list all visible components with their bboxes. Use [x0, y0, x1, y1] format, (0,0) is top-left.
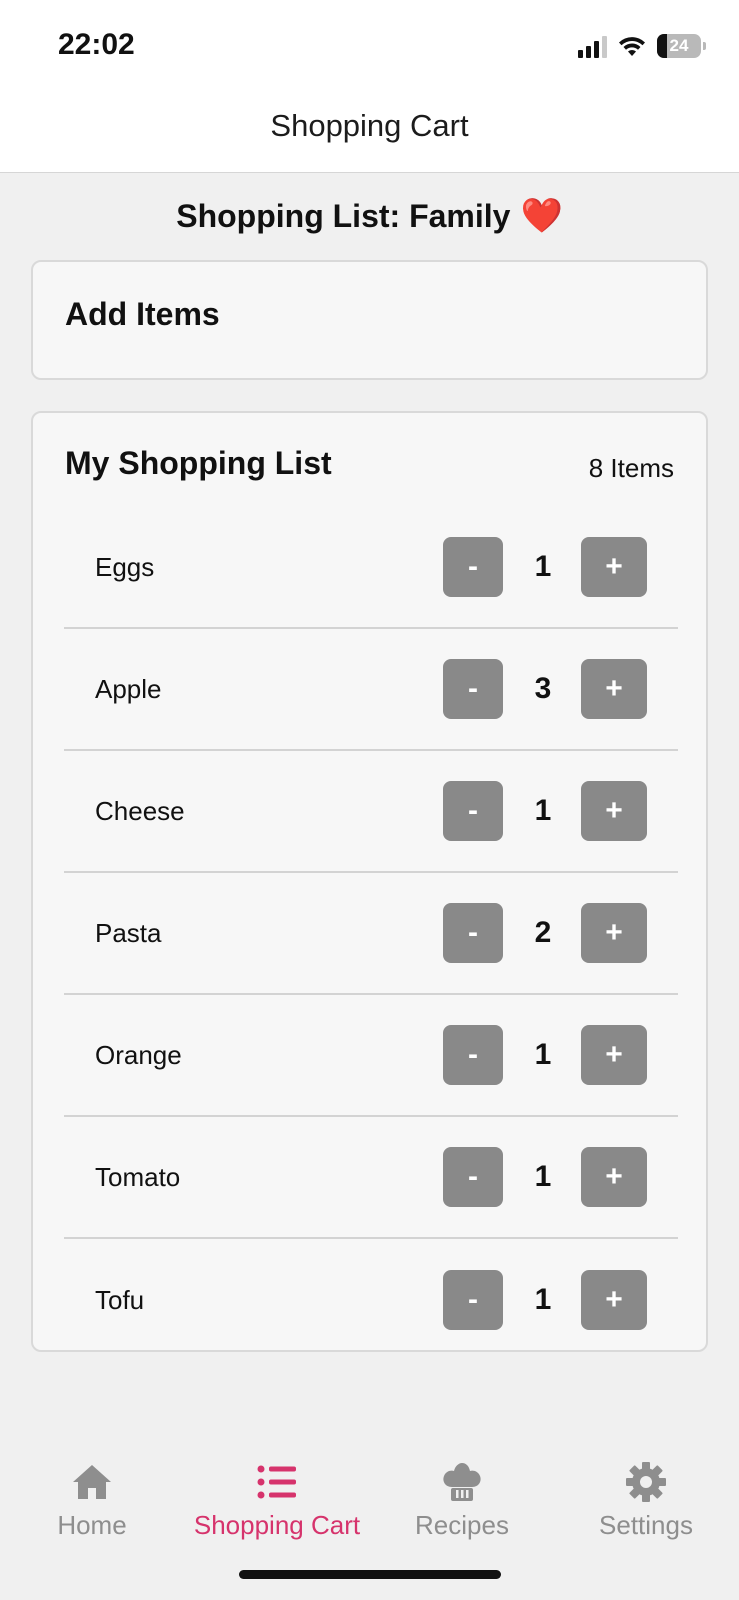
list-item: Pasta - 2 +: [64, 873, 678, 995]
heart-icon: ❤️: [520, 197, 563, 235]
shopping-list-card: My Shopping List 8 Items Eggs - 1 + Appl…: [31, 411, 708, 1352]
increment-button[interactable]: +: [581, 659, 647, 719]
item-quantity: 1: [534, 550, 552, 583]
tab-shopping-cart-label: Shopping Cart: [193, 1510, 361, 1540]
nav-header: Shopping Cart: [0, 90, 739, 173]
tab-recipes[interactable]: Recipes: [362, 1440, 562, 1541]
increment-button[interactable]: +: [581, 1147, 647, 1207]
shopping-list-items: Eggs - 1 + Apple - 3 + Cheese - 1 + Past…: [64, 507, 678, 1350]
item-quantity: 1: [534, 1038, 552, 1071]
decrement-button[interactable]: -: [443, 781, 503, 841]
list-item: Orange - 1 +: [64, 995, 678, 1117]
gear-icon: [625, 1460, 667, 1504]
item-name: Tomato: [95, 1161, 181, 1192]
item-name: Eggs: [95, 551, 155, 582]
item-quantity: 1: [534, 1283, 552, 1316]
add-items-card[interactable]: Add Items: [31, 260, 708, 380]
list-item: Eggs - 1 +: [64, 507, 678, 629]
add-items-title: Add Items: [65, 296, 220, 332]
list-item: Tofu - 1 +: [64, 1239, 678, 1350]
decrement-button[interactable]: -: [443, 903, 503, 963]
battery-icon: 24: [657, 34, 706, 58]
status-icons: 24: [578, 32, 706, 60]
increment-button[interactable]: +: [581, 537, 647, 597]
home-indicator[interactable]: [239, 1570, 501, 1579]
item-name: Pasta: [95, 917, 162, 948]
list-icon: [257, 1460, 297, 1504]
tab-home[interactable]: Home: [0, 1440, 192, 1541]
item-quantity: 1: [534, 794, 552, 827]
chef-hat-icon: [442, 1460, 482, 1504]
item-quantity: 3: [534, 672, 552, 705]
decrement-button[interactable]: -: [443, 537, 503, 597]
item-quantity: 1: [534, 1160, 552, 1193]
tab-shopping-cart[interactable]: Shopping Cart: [177, 1440, 377, 1541]
tab-settings-label: Settings: [599, 1510, 693, 1540]
wifi-icon: [619, 37, 645, 56]
cellular-signal-icon: [578, 34, 607, 58]
list-item: Apple - 3 +: [64, 629, 678, 751]
list-item: Cheese - 1 +: [64, 751, 678, 873]
decrement-button[interactable]: -: [443, 1270, 503, 1330]
status-bar: 22:02 24: [0, 0, 739, 90]
home-icon: [71, 1460, 113, 1504]
list-item: Tomato - 1 +: [64, 1117, 678, 1239]
tab-home-label: Home: [57, 1510, 127, 1540]
item-name: Cheese: [95, 795, 185, 826]
shopping-list-name: Shopping List: Family: [176, 198, 511, 234]
status-time: 22:02: [58, 28, 135, 61]
decrement-button[interactable]: -: [443, 1147, 503, 1207]
shopping-list-title: Shopping List: Family ❤️: [0, 196, 739, 236]
increment-button[interactable]: +: [581, 1025, 647, 1085]
screen: 22:02 24 Shopping Cart Shopping List: Fa…: [0, 0, 739, 1600]
tab-bar: Home Shopping Cart Recipes Settings: [0, 1440, 739, 1550]
item-name: Tofu: [95, 1284, 145, 1315]
increment-button[interactable]: +: [581, 903, 647, 963]
decrement-button[interactable]: -: [443, 659, 503, 719]
tab-recipes-label: Recipes: [415, 1510, 509, 1540]
increment-button[interactable]: +: [581, 1270, 647, 1330]
page-title: Shopping Cart: [270, 108, 469, 143]
shopping-list-card-title: My Shopping List: [65, 445, 332, 481]
increment-button[interactable]: +: [581, 781, 647, 841]
item-count: 8 Items: [588, 453, 674, 483]
tab-settings[interactable]: Settings: [546, 1440, 739, 1541]
battery-level: 24: [669, 36, 689, 55]
decrement-button[interactable]: -: [443, 1025, 503, 1085]
item-quantity: 2: [534, 916, 552, 949]
item-name: Apple: [95, 673, 162, 704]
item-name: Orange: [95, 1039, 182, 1070]
